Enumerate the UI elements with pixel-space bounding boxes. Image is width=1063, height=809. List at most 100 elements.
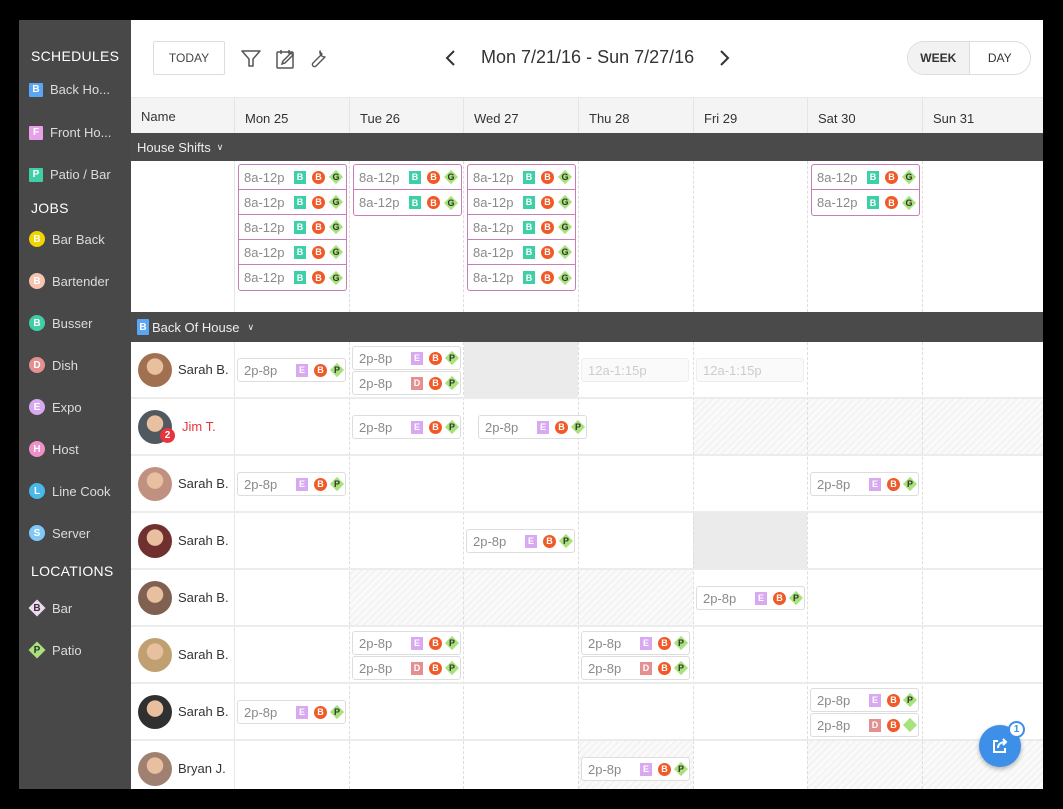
day-header[interactable]: Thu 28 (578, 98, 693, 134)
house-shift[interactable]: 8a-12p B B G (468, 165, 575, 190)
day-header[interactable]: Sun 31 (922, 98, 1043, 134)
shift-block[interactable]: 2p-8p E B P (237, 700, 346, 724)
shift-block[interactable]: 2p-8p E B P (466, 529, 575, 553)
house-shift[interactable]: 8a-12p B B G (468, 190, 575, 215)
employee-name[interactable]: Sarah B. (138, 456, 229, 511)
shift-block[interactable]: 2p-8p E B P (810, 472, 919, 496)
house-shift[interactable]: 8a-12p B B G (468, 240, 575, 265)
employee-name[interactable]: Sarah B. (138, 570, 229, 625)
shift-time: 8a-12p (473, 169, 514, 185)
house-shift[interactable]: 8a-12p B B G (354, 190, 461, 215)
sidebar-item-label: Bar Back (52, 231, 105, 247)
shift-block[interactable]: 2p-8p E B P (237, 358, 346, 382)
house-shift[interactable]: 8a-12p B B G (354, 165, 461, 190)
calendar-edit-icon[interactable] (274, 47, 298, 71)
employee-name[interactable]: Bryan J. (138, 741, 226, 789)
day-view-button[interactable]: DAY (970, 42, 1031, 74)
publish-button[interactable]: 1 (979, 721, 1025, 767)
sidebar-item-patio[interactable]: P Patio (27, 640, 82, 660)
employee-name[interactable]: Sarah B. (138, 513, 229, 568)
sidebar-item-busser[interactable]: B Busser (29, 315, 92, 331)
sidebar-item-bar[interactable]: B Bar (27, 598, 72, 618)
sidebar-item-dish[interactable]: D Dish (29, 357, 78, 373)
employee-name[interactable]: Sarah B. (138, 342, 229, 397)
expo-tag-icon: E (537, 420, 549, 434)
name-column-header[interactable]: Name (131, 98, 234, 134)
sidebar-item-host[interactable]: H Host (29, 441, 79, 457)
schedule-tag-icon: B (427, 170, 440, 184)
job-dish-icon: D (29, 357, 45, 373)
house-shift[interactable]: 8a-12p B B G (239, 165, 346, 190)
day-header[interactable]: Tue 26 (349, 98, 463, 134)
sidebar-item-patio-bar[interactable]: P Patio / Bar (29, 167, 111, 182)
expo-tag-icon: E (411, 420, 423, 434)
location-tag-icon: P (673, 761, 689, 777)
house-shift[interactable]: 8a-12p B B G (239, 190, 346, 215)
previous-week-icon[interactable] (441, 48, 461, 68)
location-tag-icon: G (901, 169, 917, 185)
location-tag-icon: P (444, 350, 460, 366)
sidebar-item-bar-back[interactable]: B Bar Back (29, 231, 105, 247)
shift-block[interactable]: 2p-8p D B P (352, 656, 461, 680)
shift-block[interactable]: 2p-8p D B P (352, 371, 461, 395)
location-tag-icon: G (557, 219, 573, 235)
shift-block[interactable]: 2p-8p E B P (352, 415, 461, 439)
employee-row: 2 Jim T. (131, 399, 1043, 456)
house-shift[interactable]: 8a-12p B B G (468, 265, 575, 290)
shift-block[interactable]: 2p-8p E B P (810, 688, 919, 712)
unavailable-block[interactable]: 12a-1:15p (696, 358, 804, 382)
house-shift[interactable]: 8a-12p B B G (468, 215, 575, 240)
day-header[interactable]: Fri 29 (693, 98, 807, 134)
day-header[interactable]: Wed 27 (463, 98, 578, 134)
shift-block[interactable]: 2p-8p E B P (478, 415, 587, 439)
schedule-tag-icon: B (541, 195, 554, 209)
house-shift[interactable]: 8a-12p B B G (812, 165, 919, 190)
location-tag-icon: G (328, 169, 344, 185)
avatar: 2 (138, 409, 175, 444)
shift-time: 2p-8p (359, 419, 393, 435)
schedule-tag-icon: B (887, 477, 900, 491)
shift-block[interactable]: 2p-8p E B P (352, 631, 461, 655)
house-shift[interactable]: 8a-12p B B G (239, 240, 346, 265)
wrench-icon[interactable] (306, 47, 330, 71)
house-shift[interactable]: 8a-12p B B G (239, 215, 346, 240)
busser-tag-icon: B (294, 271, 306, 284)
filter-icon[interactable] (239, 47, 263, 71)
sidebar-item-server[interactable]: S Server (29, 525, 90, 541)
busser-tag-icon: B (523, 220, 535, 234)
house-shifts-group-header[interactable]: House Shifts ∨ (131, 133, 1043, 161)
employee-name-label: Bryan J. (178, 761, 226, 776)
shift-block[interactable]: 2p-8p D B P (581, 656, 690, 680)
sidebar-item-bartender[interactable]: B Bartender (29, 273, 109, 289)
back-of-house-group-header[interactable]: B Back Of House ∨ (131, 312, 1043, 342)
sidebar-item-back-of-house[interactable]: B Back Ho... (29, 82, 110, 97)
avatar (138, 466, 172, 501)
house-shift[interactable]: 8a-12p B B G (239, 265, 346, 290)
sidebar-item-line-cook[interactable]: L Line Cook (29, 483, 111, 499)
day-header[interactable]: Mon 25 (234, 98, 349, 134)
shift-time: 8a-12p (244, 219, 285, 235)
location-tag-icon: G (901, 195, 917, 211)
shift-block[interactable]: 2p-8p E B P (581, 757, 690, 781)
sidebar-item-front-of-house[interactable]: F Front Ho... (29, 125, 111, 140)
shift-block[interactable]: 2p-8p E B P (237, 472, 346, 496)
busser-tag-icon: B (294, 245, 306, 259)
employee-name-label: Sarah B. (178, 533, 229, 548)
shift-time: 2p-8p (359, 350, 393, 366)
sidebar-item-expo[interactable]: E Expo (29, 399, 82, 415)
house-shift[interactable]: 8a-12p B B G (812, 190, 919, 215)
shift-block[interactable]: 2p-8p E B P (352, 346, 461, 370)
employee-name[interactable]: Sarah B. (138, 627, 229, 682)
shift-block[interactable]: 2p-8p D B (810, 713, 919, 737)
shift-block[interactable]: 2p-8p E B P (696, 586, 805, 610)
day-header[interactable]: Sat 30 (807, 98, 922, 134)
today-button[interactable]: TODAY (153, 41, 225, 75)
week-view-button[interactable]: WEEK (908, 42, 970, 74)
employee-name[interactable]: Sarah B. (138, 684, 229, 739)
employee-name[interactable]: 2 Jim T. (138, 399, 216, 454)
unavailable-block[interactable]: 12a-1:15p (581, 358, 689, 382)
next-week-icon[interactable] (714, 48, 734, 68)
schedule-tag-icon: B (312, 195, 325, 209)
location-tag-icon: P (673, 635, 689, 651)
shift-block[interactable]: 2p-8p E B P (581, 631, 690, 655)
